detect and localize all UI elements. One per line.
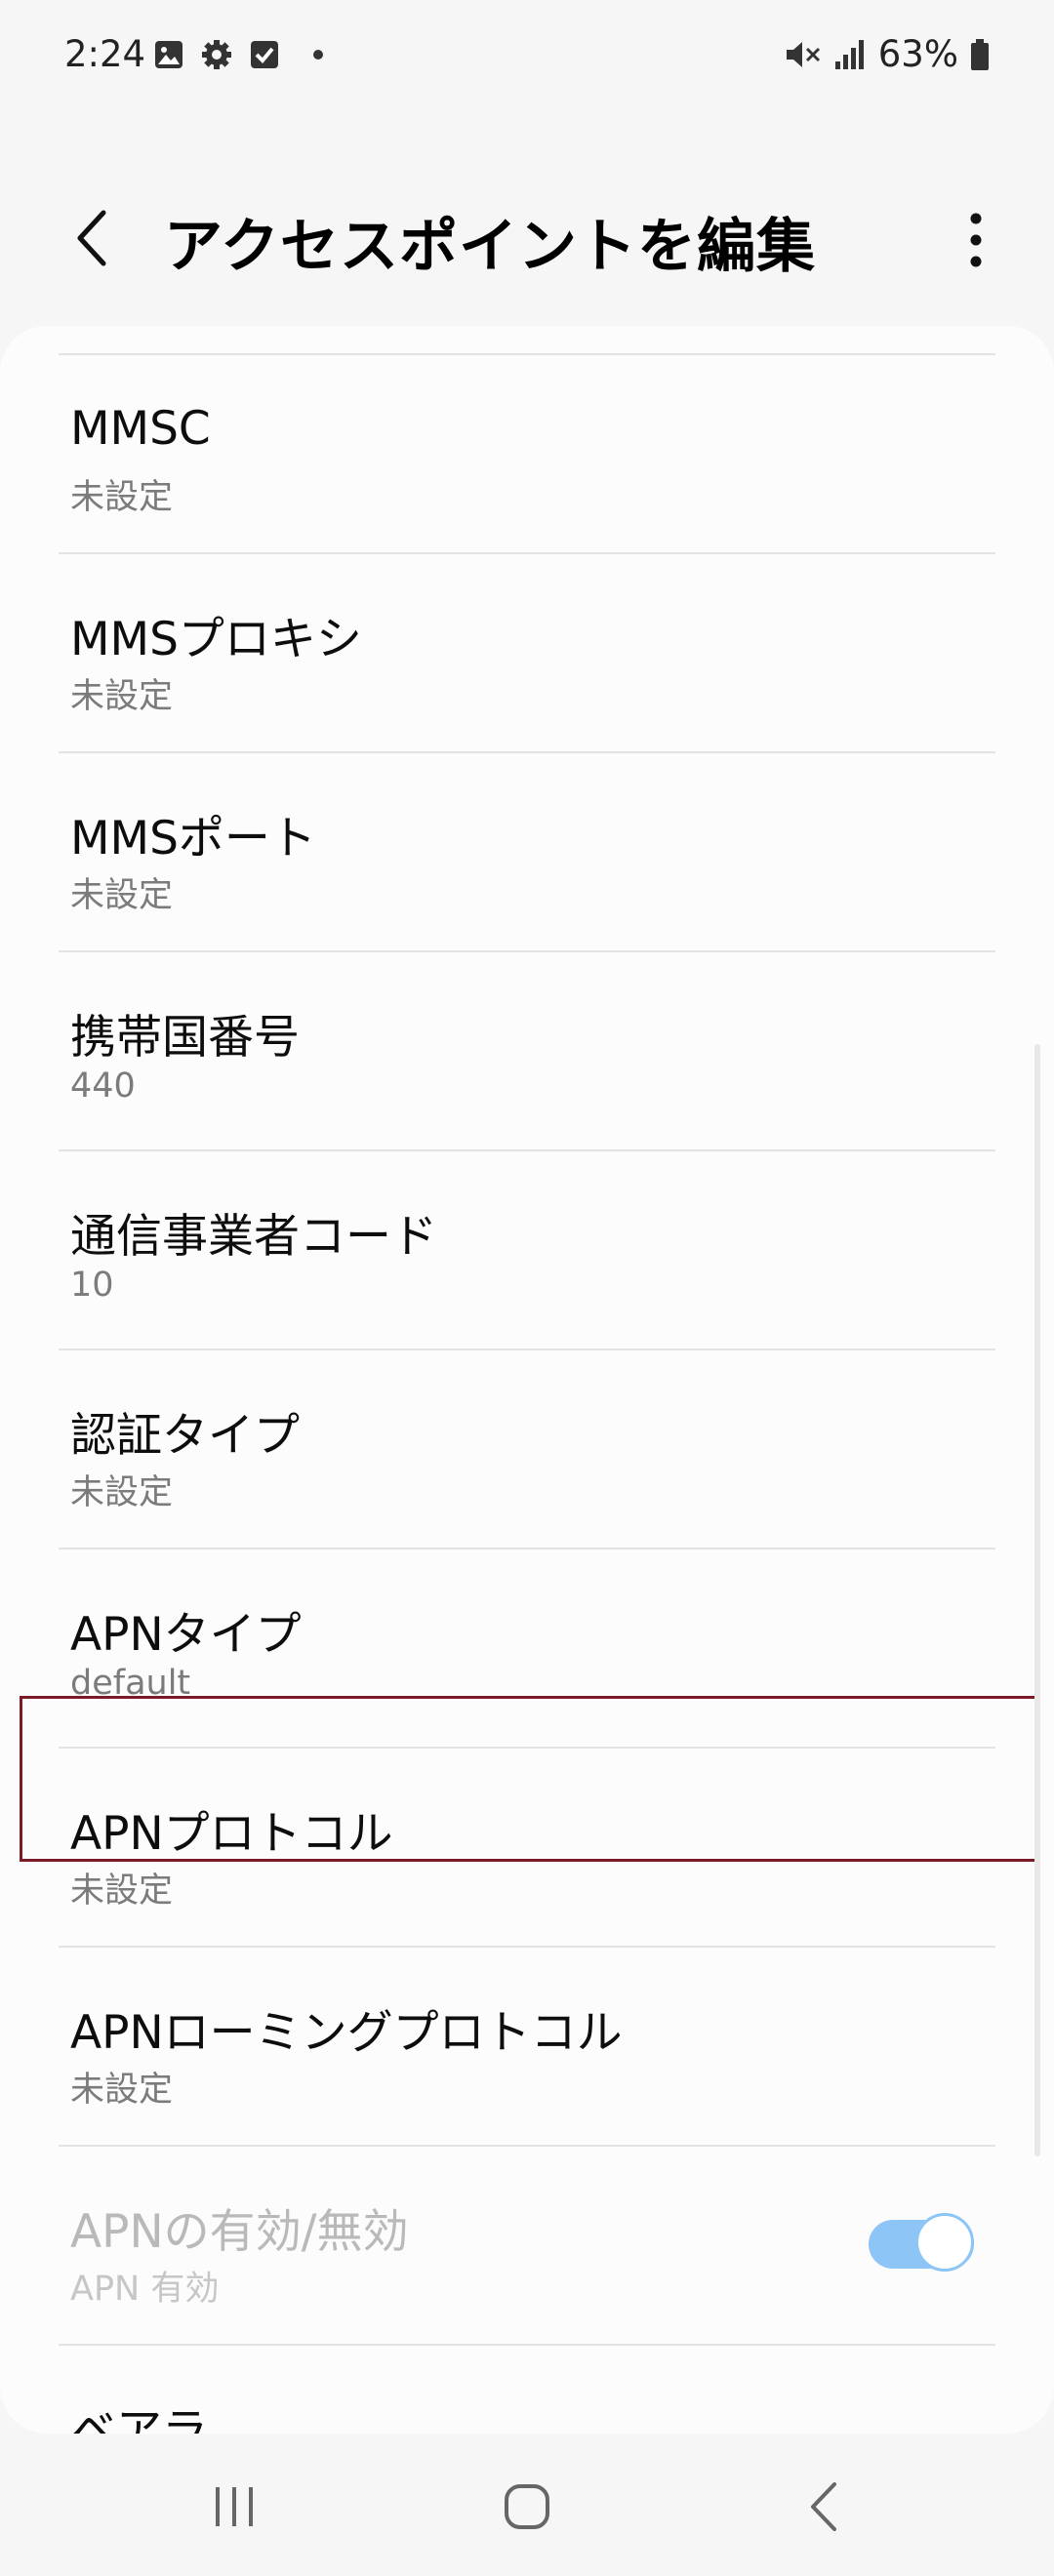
item-title: 認証タイプ bbox=[70, 1409, 300, 1463]
more-options-button[interactable] bbox=[947, 199, 1005, 281]
chevron-left-icon bbox=[77, 210, 106, 266]
mute-icon bbox=[786, 41, 820, 67]
recent-apps-button[interactable] bbox=[185, 2463, 283, 2551]
list-item-mmsc[interactable]: MMSC 未設定 bbox=[59, 353, 995, 554]
scrollbar[interactable] bbox=[1034, 1044, 1040, 2156]
item-title: MMSC bbox=[70, 402, 211, 456]
list-item-mcc[interactable]: 携帯国番号 440 bbox=[59, 950, 995, 1151]
home-button[interactable] bbox=[478, 2463, 576, 2551]
settings-gear-icon bbox=[202, 40, 231, 69]
recent-apps-icon bbox=[216, 2487, 253, 2526]
list-item-apn-enable: APNの有効/無効 APN 有効 bbox=[59, 2145, 995, 2346]
status-bar: 2:24 63% bbox=[0, 0, 1054, 115]
item-value: 440 bbox=[70, 1067, 136, 1106]
dot-icon bbox=[313, 50, 323, 60]
more-vertical-icon bbox=[970, 213, 982, 267]
item-title: APNタイプ bbox=[70, 1608, 302, 1662]
checkbox-icon bbox=[251, 41, 278, 68]
item-title: APNローミングプロトコル bbox=[70, 2006, 623, 2060]
item-value: 10 bbox=[70, 1266, 114, 1305]
notification-icons bbox=[154, 39, 326, 70]
highlight-box bbox=[20, 1696, 1040, 1862]
list-item-auth-type[interactable]: 認証タイプ 未設定 bbox=[59, 1348, 995, 1550]
gallery-icon bbox=[155, 41, 182, 68]
toggle-knob bbox=[915, 2213, 974, 2272]
item-value: 未設定 bbox=[70, 478, 174, 517]
item-title: MMSプロキシ bbox=[70, 613, 362, 666]
item-title: 通信事業者コード bbox=[70, 1210, 437, 1264]
apn-enable-toggle[interactable] bbox=[869, 2213, 976, 2275]
nav-back-button[interactable] bbox=[776, 2463, 873, 2551]
status-right: 63% bbox=[785, 33, 990, 75]
item-value: 未設定 bbox=[70, 1872, 174, 1911]
item-value: 未設定 bbox=[70, 2071, 174, 2110]
list-item-apn-roaming-protocol[interactable]: APNローミングプロトコル 未設定 bbox=[59, 1946, 995, 2147]
item-value: APN 有効 bbox=[70, 2270, 220, 2309]
navigation-bar bbox=[0, 2439, 1054, 2576]
item-title: MMSポート bbox=[70, 812, 316, 865]
item-value: 未設定 bbox=[70, 1473, 174, 1512]
item-title: APNの有効/無効 bbox=[70, 2205, 409, 2259]
back-icon bbox=[811, 2482, 836, 2531]
item-title: 携帯国番号 bbox=[70, 1011, 300, 1065]
page-title: アクセスポイントを編集 bbox=[164, 213, 816, 281]
list-item-mms-proxy[interactable]: MMSプロキシ 未設定 bbox=[59, 552, 995, 753]
settings-list-card: MMSC 未設定 MMSプロキシ 未設定 MMSポート 未設定 携帯国番号 44… bbox=[0, 326, 1054, 2434]
list-item-bearer[interactable]: ベアラ bbox=[59, 2344, 995, 2434]
battery-icon bbox=[971, 38, 989, 70]
item-value: 未設定 bbox=[70, 876, 174, 915]
home-icon bbox=[505, 2484, 549, 2529]
signal-icon bbox=[834, 39, 864, 69]
list-item-mms-port[interactable]: MMSポート 未設定 bbox=[59, 751, 995, 952]
status-time: 2:24 bbox=[64, 33, 146, 75]
app-header: アクセスポイントを編集 bbox=[0, 185, 1054, 293]
item-title: ベアラ bbox=[70, 2404, 208, 2434]
battery-percent: 63% bbox=[877, 33, 958, 75]
item-value: 未設定 bbox=[70, 677, 174, 716]
back-button[interactable] bbox=[57, 197, 127, 279]
list-item-mnc[interactable]: 通信事業者コード 10 bbox=[59, 1149, 995, 1350]
